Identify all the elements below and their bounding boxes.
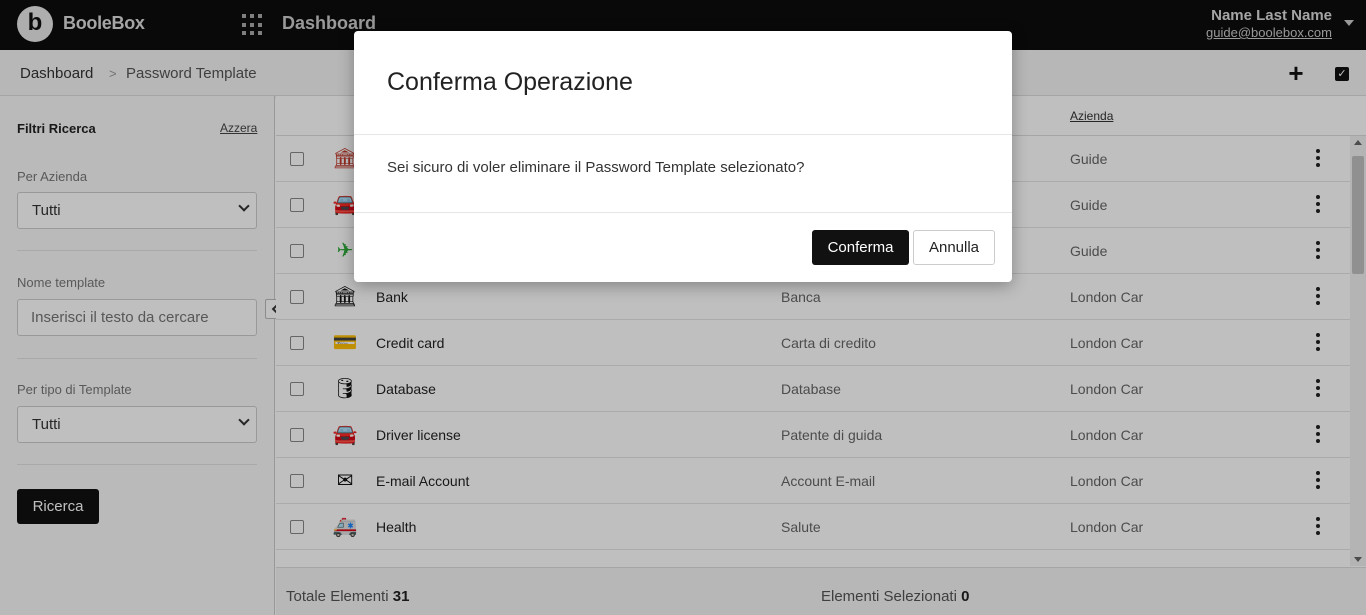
divider bbox=[354, 212, 1012, 213]
dialog-message: Sei sicuro di voler eliminare il Passwor… bbox=[387, 159, 805, 176]
divider bbox=[354, 134, 1012, 135]
confirm-dialog: Conferma Operazione Sei sicuro di voler … bbox=[354, 31, 1012, 282]
cancel-button[interactable]: Annulla bbox=[913, 230, 995, 265]
confirm-button[interactable]: Conferma bbox=[812, 230, 909, 265]
dialog-title: Conferma Operazione bbox=[387, 68, 633, 96]
